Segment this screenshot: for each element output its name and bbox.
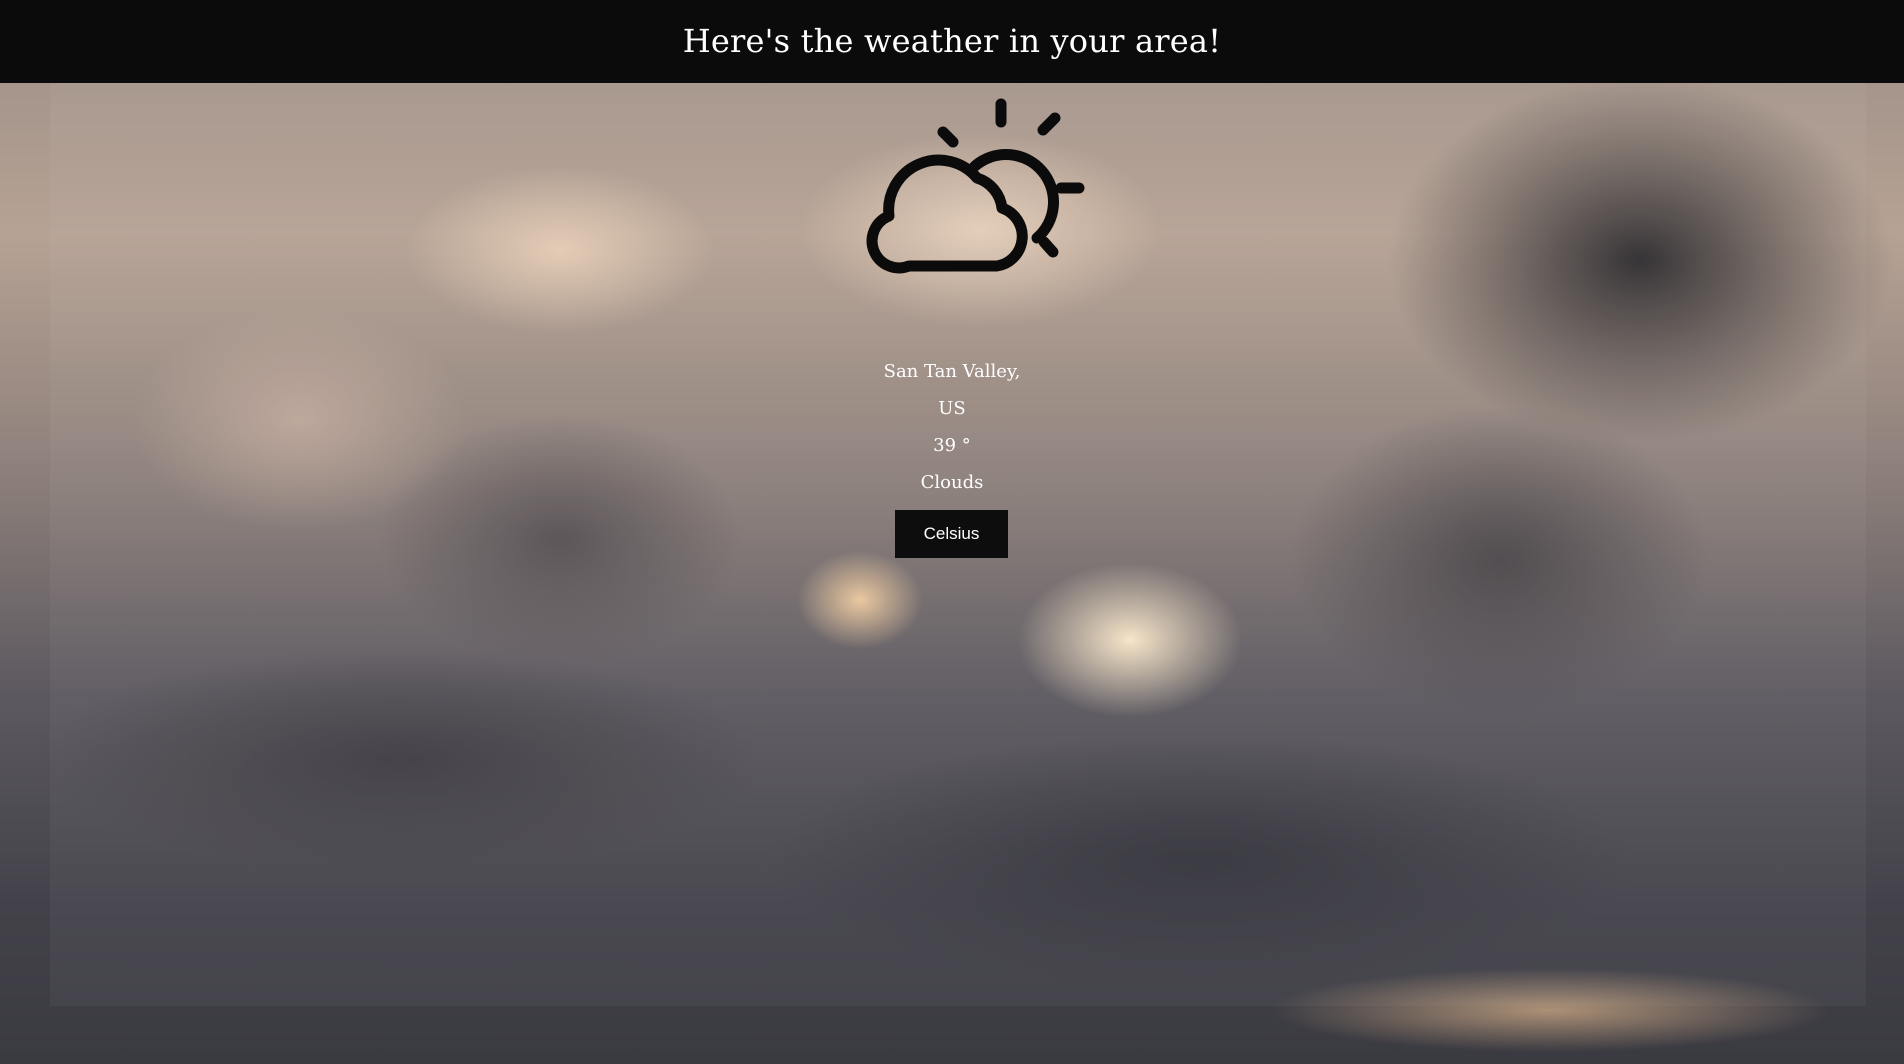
weather-condition: Clouds (920, 472, 984, 493)
temperature-value: 39 ° (933, 435, 971, 456)
page-header: Here's the weather in your area! (0, 0, 1904, 83)
city-name: San Tan Valley, (883, 361, 1021, 382)
temperature-unit-toggle-button[interactable]: Celsius (895, 510, 1008, 558)
country-code: US (938, 398, 966, 419)
page-title: Here's the weather in your area! (682, 22, 1222, 60)
partly-cloudy-icon (866, 98, 1085, 274)
